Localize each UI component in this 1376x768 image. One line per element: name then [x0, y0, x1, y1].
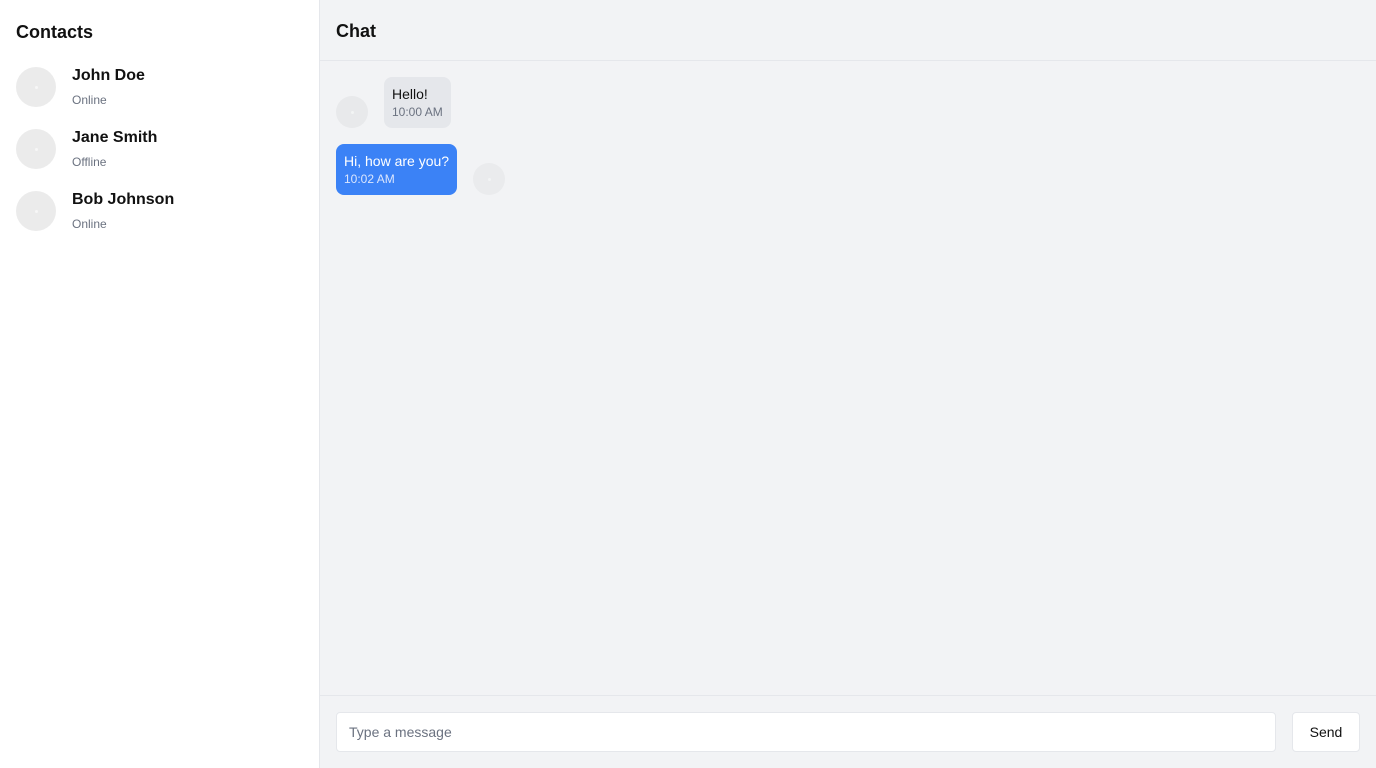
- avatar: [16, 67, 56, 107]
- contact-status: Online: [72, 217, 107, 231]
- message-time: 10:00 AM: [392, 105, 443, 119]
- contact-info: John Doe Online: [72, 67, 145, 108]
- contacts-sidebar: Contacts John Doe Online Jane Smith Offl…: [0, 0, 320, 768]
- avatar-placeholder-icon: [34, 209, 38, 213]
- contact-info: Bob Johnson Online: [72, 191, 174, 232]
- avatar: [473, 163, 506, 195]
- contact-info: Jane Smith Offline: [72, 129, 157, 170]
- message-input[interactable]: [336, 712, 1276, 752]
- avatar: [16, 129, 56, 169]
- message-incoming: Hello! 10:00 AM: [336, 77, 1360, 128]
- sidebar-title: Contacts: [16, 22, 94, 42]
- message-bubble: Hello! 10:00 AM: [384, 77, 451, 128]
- avatar-placeholder-icon: [350, 110, 354, 114]
- message-list[interactable]: Hello! 10:00 AM Hi, how are you? 10:02 A…: [320, 61, 1376, 695]
- contact-name: Jane Smith: [72, 129, 158, 146]
- contact-name: John Doe: [72, 67, 145, 84]
- avatar-placeholder-icon: [487, 177, 491, 181]
- message-text: Hello!: [392, 86, 428, 102]
- send-button[interactable]: Send: [1292, 712, 1360, 752]
- message-composer: Send: [320, 695, 1376, 768]
- contact-name: Bob Johnson: [72, 191, 175, 208]
- message-outgoing: Hi, how are you? 10:02 AM: [336, 144, 1360, 195]
- avatar: [336, 96, 368, 128]
- contact-item-bob-johnson[interactable]: Bob Johnson Online: [16, 191, 303, 253]
- contact-item-john-doe[interactable]: John Doe Online: [16, 67, 303, 129]
- avatar-placeholder-icon: [34, 85, 38, 89]
- chat-panel: Chat Hello! 10:00 AM Hi, how are you? 10…: [320, 0, 1376, 768]
- chat-header: Chat: [320, 0, 1376, 61]
- chat-app: Contacts John Doe Online Jane Smith Offl…: [0, 0, 1376, 768]
- contact-status: Online: [72, 93, 107, 107]
- message-text: Hi, how are you?: [344, 153, 450, 169]
- message-bubble: Hi, how are you? 10:02 AM: [336, 144, 458, 195]
- chat-title: Chat: [336, 21, 376, 41]
- avatar-placeholder-icon: [34, 147, 38, 151]
- contact-status: Offline: [72, 155, 107, 169]
- avatar: [16, 191, 56, 231]
- contact-item-jane-smith[interactable]: Jane Smith Offline: [16, 129, 303, 191]
- message-time: 10:02 AM: [344, 172, 395, 186]
